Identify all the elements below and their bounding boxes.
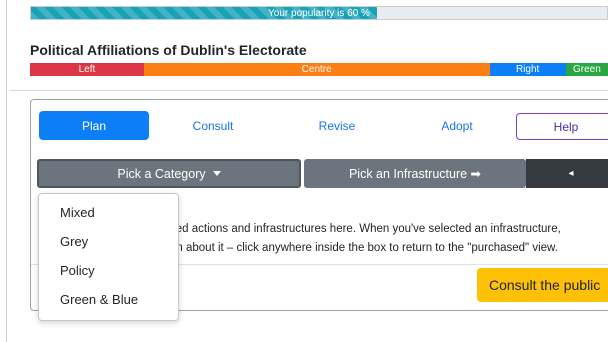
pick-category-label: Pick a Category — [117, 166, 206, 181]
affiliations-title: Political Affiliations of Dublin's Elect… — [30, 42, 307, 58]
tab-revise[interactable]: Revise — [304, 111, 370, 140]
tab-adopt[interactable]: Adopt — [424, 111, 490, 140]
help-button[interactable]: Help — [516, 113, 608, 140]
segment-right: Right — [489, 63, 566, 76]
consult-public-button[interactable]: Consult the public — [477, 268, 608, 302]
description-line-1: sed actions and infrastructures here. Wh… — [170, 223, 561, 235]
category-dropdown-menu: Mixed Grey Policy Green & Blue — [38, 193, 179, 321]
menu-item-green-blue[interactable]: Green & Blue — [60, 292, 138, 307]
back-button[interactable]: ◂ — [526, 159, 608, 188]
tab-consult[interactable]: Consult — [180, 111, 246, 140]
segment-left: Left — [30, 63, 144, 76]
pick-infrastructure-button[interactable]: Pick an Infrastructure ➡ — [304, 159, 526, 188]
affiliations-bar: Left Centre Right Green — [30, 63, 608, 76]
section-divider — [10, 90, 608, 91]
menu-item-policy[interactable]: Policy — [60, 263, 95, 278]
menu-item-mixed[interactable]: Mixed — [60, 205, 95, 220]
menu-item-grey[interactable]: Grey — [60, 234, 88, 249]
popularity-label: Your popularity is 60 % — [268, 7, 370, 19]
description-line-2: on about it – click anywhere inside the … — [170, 242, 558, 254]
segment-green: Green — [565, 63, 608, 76]
popularity-bar: Your popularity is 60 % — [30, 6, 608, 20]
caret-down-icon — [212, 171, 221, 176]
window-edge-rule — [6, 0, 7, 342]
tab-plan[interactable]: Plan — [39, 111, 149, 140]
pick-category-button[interactable]: Pick a Category — [37, 159, 301, 188]
segment-centre: Centre — [143, 63, 490, 76]
